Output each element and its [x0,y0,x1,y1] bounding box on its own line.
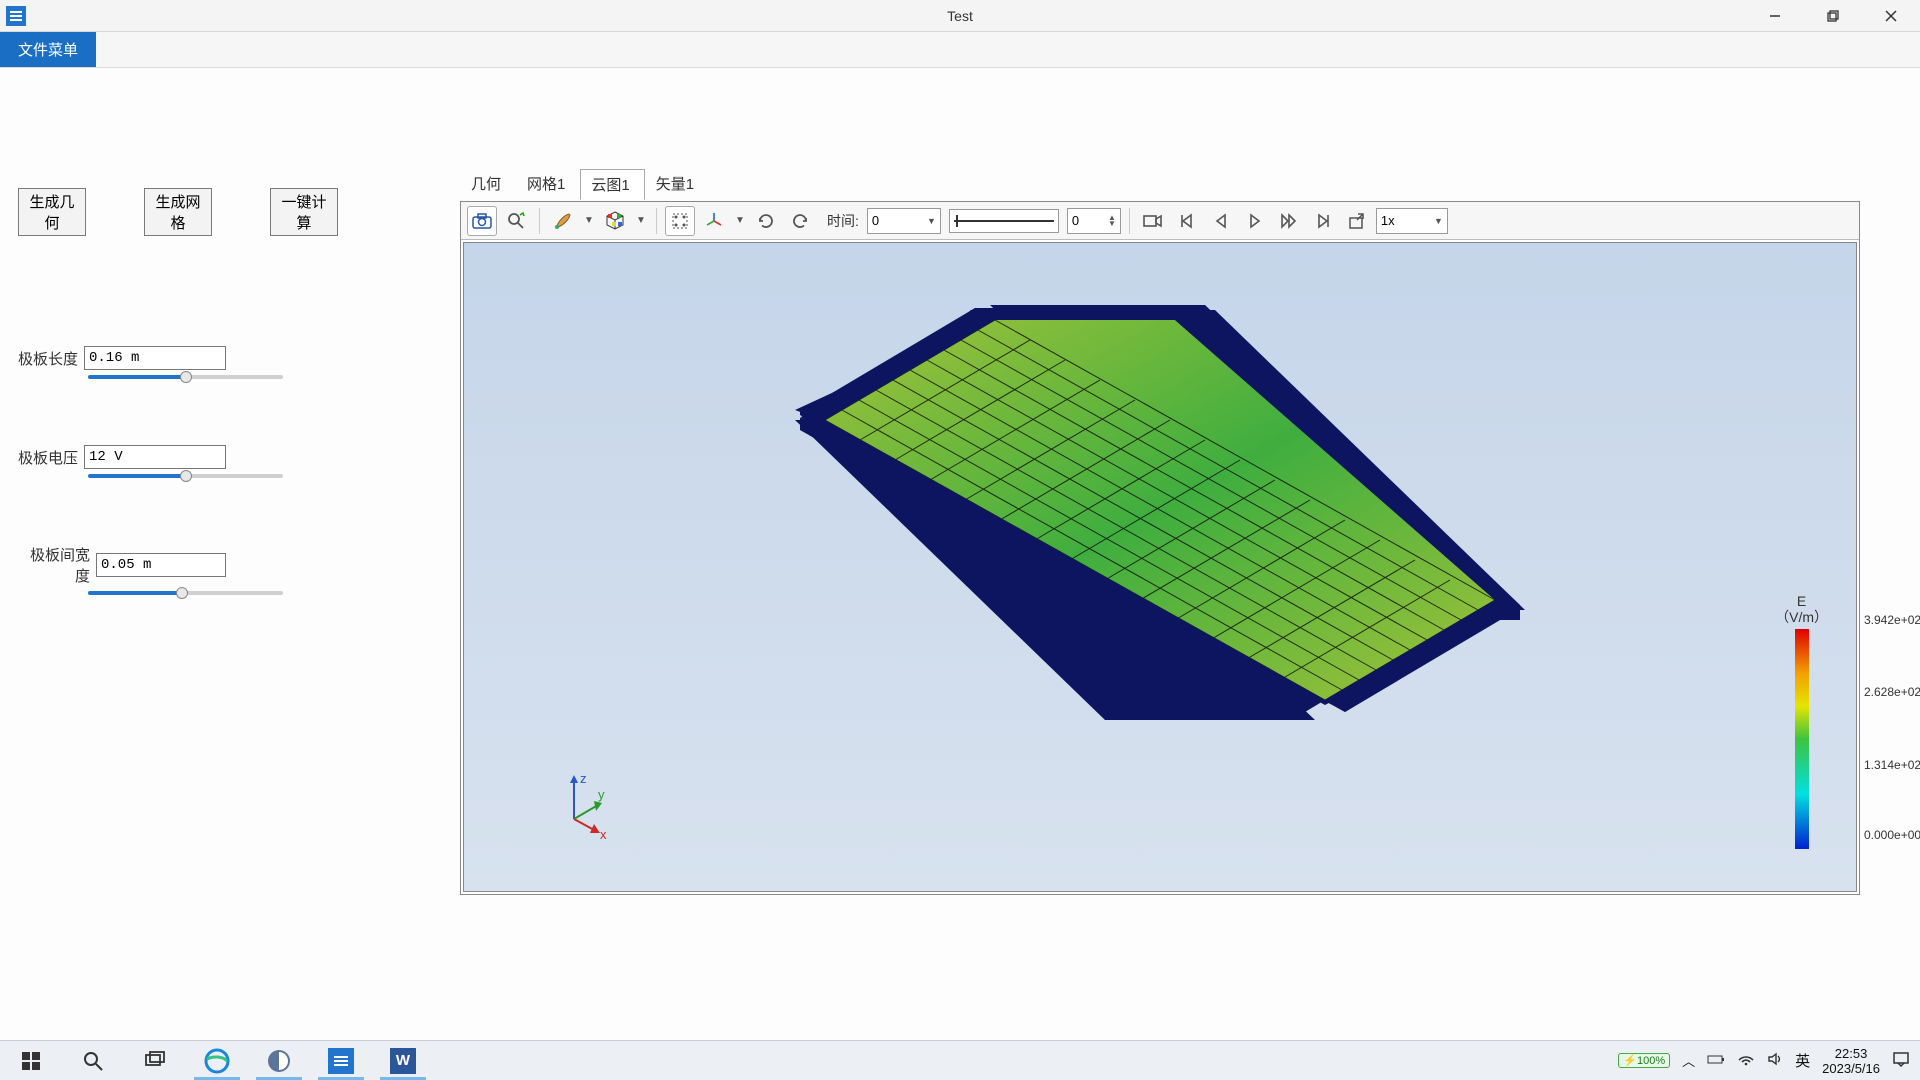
tab-geom[interactable]: 几何 [460,168,516,199]
left-panel: 生成几何 生成网格 一键计算 极板长度 极板电压 [18,188,338,661]
play-icon[interactable] [1240,206,1270,236]
viz-tabs: 几何 网格1 云图1 矢量1 [460,168,1860,199]
speed-select[interactable]: 1x▼ [1376,208,1448,234]
tray-wired-icon[interactable] [1707,1052,1725,1069]
last-icon[interactable] [1308,206,1338,236]
axes-dropdown[interactable]: ▼ [733,215,747,226]
tab-vector[interactable]: 矢量1 [645,168,709,199]
tab-cloud[interactable]: 云图1 [580,169,644,200]
next-icon[interactable] [1274,206,1304,236]
viz-toolbar: ▼ ▼ ▼ 时间: 0▼ 0▲▼ [461,202,1859,240]
separator [656,208,657,234]
first-icon[interactable] [1172,206,1202,236]
param-gap-input[interactable] [96,553,226,577]
tray-chevron-icon[interactable]: ︿ [1682,1051,1695,1070]
axis-triad: z y x [554,771,614,841]
main-area: 生成几何 生成网格 一键计算 极板长度 极板电压 [0,68,1920,1040]
param-gap-slider[interactable] [88,590,283,596]
viz-canvas[interactable]: z y x E（V/m） 3.942e+02 2.628e+02 1.314e [463,242,1857,892]
frame-spin[interactable]: 0▲▼ [1067,208,1121,234]
param-voltage-label: 极板电压 [18,447,78,468]
search-button[interactable] [62,1041,124,1080]
time-label: 时间: [819,211,863,231]
tray-volume-icon[interactable] [1767,1052,1783,1069]
param-voltage-slider[interactable] [88,473,283,479]
param-voltage-input[interactable] [84,445,226,469]
minimize-button[interactable] [1746,0,1804,32]
cube-dropdown[interactable]: ▼ [634,215,648,226]
record-icon[interactable] [1138,206,1168,236]
plate-mesh [795,300,1525,730]
svg-text:x: x [600,827,607,841]
param-gap-label: 极板间宽度 [18,544,90,586]
gen-mesh-button[interactable]: 生成网格 [144,188,212,236]
task-app[interactable] [310,1041,372,1080]
rotate-ccw-icon[interactable] [751,206,781,236]
param-gap: 极板间宽度 [18,544,338,596]
time-select[interactable]: 0▼ [867,208,941,234]
app-icon [6,6,26,26]
tray-wifi-icon[interactable] [1737,1052,1755,1069]
notifications-icon[interactable] [1892,1051,1910,1070]
zoom-icon[interactable] [501,206,531,236]
window-title: Test [947,8,973,24]
titlebar: Test [0,0,1920,32]
maximize-button[interactable] [1804,0,1862,32]
param-voltage: 极板电压 [18,445,338,479]
viz-frame: ▼ ▼ ▼ 时间: 0▼ 0▲▼ [460,201,1860,895]
tab-mesh[interactable]: 网格1 [516,168,580,199]
param-length: 极板长度 [18,346,338,380]
export-icon[interactable] [1342,206,1372,236]
svg-text:z: z [580,771,587,786]
taskbar: W ⚡100% ︿ 英 22:53 2023/5/16 [0,1040,1920,1080]
menubar: 文件菜单 [0,32,1920,68]
rotate-cw-icon[interactable] [785,206,815,236]
task-edge[interactable] [186,1041,248,1080]
axes-icon[interactable] [699,206,729,236]
separator [1129,208,1130,234]
task-browser[interactable] [248,1041,310,1080]
compute-button[interactable]: 一键计算 [270,188,338,236]
brush-dropdown[interactable]: ▼ [582,215,596,226]
taskview-button[interactable] [124,1041,186,1080]
ime-indicator[interactable]: 英 [1795,1050,1810,1071]
gen-geom-button[interactable]: 生成几何 [18,188,86,236]
separator [539,208,540,234]
battery-indicator[interactable]: ⚡100% [1618,1053,1670,1068]
param-length-input[interactable] [84,346,226,370]
start-button[interactable] [0,1041,62,1080]
param-length-slider[interactable] [88,374,283,380]
close-button[interactable] [1862,0,1920,32]
cube-icon[interactable] [600,206,630,236]
menu-file[interactable]: 文件菜单 [0,32,96,67]
time-progress[interactable] [949,209,1059,233]
prev-icon[interactable] [1206,206,1236,236]
task-word[interactable]: W [372,1041,434,1080]
camera-icon[interactable] [467,206,497,236]
viz-area: 几何 网格1 云图1 矢量1 ▼ ▼ ▼ 时间: 0▼ [460,168,1860,895]
brush-icon[interactable] [548,206,578,236]
datetime[interactable]: 22:53 2023/5/16 [1822,1046,1880,1076]
fit-icon[interactable] [665,206,695,236]
param-length-label: 极板长度 [18,348,78,369]
svg-text:y: y [598,787,605,802]
color-legend: E（V/m） [1775,593,1828,849]
